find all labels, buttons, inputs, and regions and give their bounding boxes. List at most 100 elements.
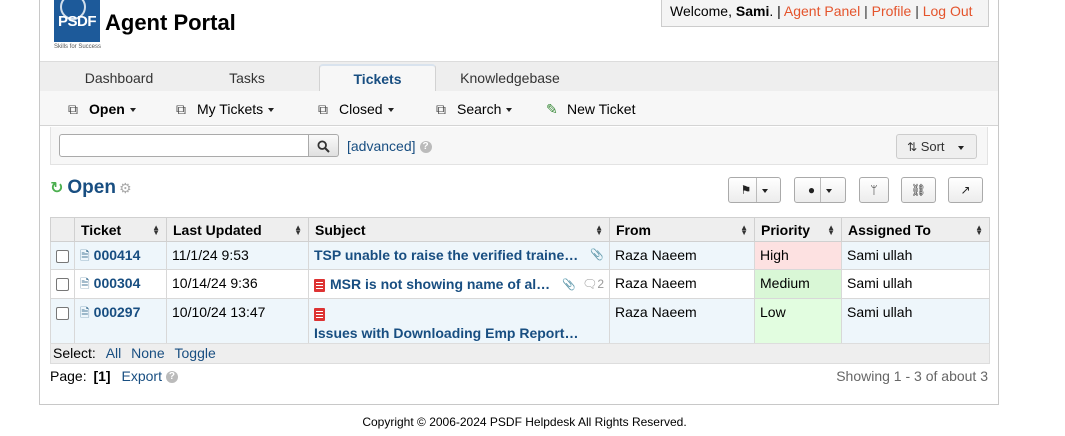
ticket-number: 000414 bbox=[93, 247, 141, 263]
row-checkbox[interactable] bbox=[56, 306, 69, 320]
column-label: Priority bbox=[761, 221, 811, 238]
subject-link[interactable]: TSP unable to raise the verified traine… bbox=[314, 242, 578, 268]
ticket-number-link[interactable]: 🗎 000414 bbox=[80, 247, 140, 263]
help-icon[interactable]: ? bbox=[419, 141, 432, 154]
separator: | bbox=[864, 3, 868, 19]
attachment-icon: 📎 bbox=[590, 249, 604, 261]
row-select-cell bbox=[50, 241, 75, 270]
caret-down-icon bbox=[762, 188, 769, 193]
page-container: PSDF Skills for Success Agent Portal Wel… bbox=[39, 0, 999, 405]
merge-button[interactable]: ᛘ bbox=[859, 177, 889, 203]
flag-button[interactable]: ⚑ bbox=[728, 177, 781, 203]
column-label: Subject bbox=[315, 221, 366, 238]
subnav-open[interactable]: ⧉ Open bbox=[68, 91, 136, 126]
tickets-table: Ticket ▲ ▼ Last Updated ▲ ▼ Subject ▲ ▼ From ▲ ▼… bbox=[50, 217, 990, 347]
sort-arrows-icon: ▲ ▼ bbox=[152, 223, 160, 237]
subnav-closed[interactable]: ⧉ Closed bbox=[318, 91, 394, 126]
flag-icon: ⚑ bbox=[740, 183, 752, 197]
ticket-number-link[interactable]: 🗎 000297 bbox=[80, 304, 140, 320]
select-column-header bbox=[50, 217, 75, 242]
separator: | bbox=[915, 3, 919, 19]
ticket-number: 000304 bbox=[93, 275, 141, 291]
subnav-new-ticket[interactable]: ✎ New Ticket bbox=[546, 91, 635, 126]
tab-tasks[interactable]: Tasks bbox=[198, 62, 296, 92]
thread-count-value: 2 bbox=[597, 277, 604, 291]
advanced-search-link[interactable]: [advanced]? bbox=[347, 138, 432, 154]
caret-down-icon bbox=[958, 145, 965, 150]
column-header-subject[interactable]: Subject ▲ ▼ bbox=[308, 217, 610, 242]
row-checkbox[interactable] bbox=[56, 249, 69, 263]
attachment-icon: 📎 bbox=[562, 279, 577, 291]
subnav-new-ticket-label: New Ticket bbox=[567, 101, 636, 117]
queue-title-label: Open bbox=[67, 177, 116, 198]
user-icon: ● bbox=[807, 183, 816, 197]
footer: Copyright © 2006-2024 PSDF Helpdesk All … bbox=[0, 415, 1065, 429]
column-header-ticket[interactable]: Ticket ▲ ▼ bbox=[74, 217, 167, 242]
select-all-link[interactable]: All bbox=[106, 345, 122, 361]
column-header-updated[interactable]: Last Updated ▲ ▼ bbox=[166, 217, 309, 242]
link-button[interactable]: ⛓ bbox=[901, 177, 936, 203]
subnav-search[interactable]: ⧉ Search bbox=[436, 91, 513, 126]
help-icon[interactable]: ? bbox=[165, 371, 178, 384]
current-page: [1] bbox=[93, 368, 111, 384]
caret-down-icon bbox=[387, 108, 394, 113]
ticket-cell: 🗎 000414 bbox=[74, 241, 167, 270]
gear-icon[interactable]: ⚙ bbox=[119, 180, 132, 196]
select-bar: Select: All None Toggle bbox=[50, 343, 990, 364]
export-link[interactable]: Export bbox=[122, 368, 162, 384]
column-label: Ticket bbox=[81, 221, 122, 238]
result-count: Showing 1 - 3 of about 3 bbox=[836, 368, 988, 384]
select-toggle-link[interactable]: Toggle bbox=[175, 345, 216, 361]
subject-link[interactable]: Issues with Downloading Emp Report… bbox=[314, 325, 578, 341]
column-header-priority[interactable]: Priority ▲ ▼ bbox=[754, 217, 842, 242]
copyright-text: Copyright © 2006-2024 PSDF Helpdesk All … bbox=[362, 415, 687, 429]
table-header-row: Ticket ▲ ▼ Last Updated ▲ ▼ Subject ▲ ▼ From ▲ ▼… bbox=[50, 217, 990, 242]
welcome-suffix: . | bbox=[769, 3, 781, 19]
tab-dashboard[interactable]: Dashboard bbox=[40, 62, 198, 92]
agent-panel-link[interactable]: Agent Panel bbox=[784, 3, 860, 19]
subnav-search-label: Search bbox=[457, 101, 502, 117]
sort-arrows-icon: ▲ ▼ bbox=[740, 223, 748, 237]
queue-title[interactable]: ↻ Open ⚙ bbox=[50, 177, 132, 199]
subnav-my-tickets-label: My Tickets bbox=[197, 101, 264, 117]
select-none-link[interactable]: None bbox=[131, 345, 164, 361]
table-row[interactable]: 🗎 000297 10/10/24 13:47 Issues with Downl… bbox=[50, 298, 990, 347]
row-checkbox[interactable] bbox=[56, 277, 69, 291]
link-icon: ⛓ bbox=[910, 183, 927, 197]
profile-link[interactable]: Profile bbox=[872, 3, 912, 19]
column-label: Assigned To bbox=[848, 221, 931, 238]
subnav-closed-label: Closed bbox=[339, 101, 383, 117]
username: Sami bbox=[735, 3, 770, 19]
new-ticket-icon: ✎ bbox=[546, 101, 558, 117]
copy-icon: ⧉ bbox=[318, 101, 328, 117]
from-cell: Raza Naeem bbox=[609, 241, 755, 270]
tab-knowledgebase[interactable]: Knowledgebase bbox=[450, 62, 570, 92]
thread-count: 🗨2 bbox=[582, 277, 604, 291]
user-bar: Welcome, Sami. | Agent Panel | Profile |… bbox=[661, 0, 989, 27]
assign-button[interactable]: ● bbox=[794, 177, 846, 203]
button-divider bbox=[756, 178, 758, 202]
share-icon: ↗ bbox=[960, 183, 971, 197]
sort-arrows-icon: ▲ ▼ bbox=[975, 223, 983, 237]
share-button[interactable]: ↗ bbox=[948, 177, 983, 203]
subnav-open-label: Open bbox=[89, 101, 125, 117]
psdf-logo[interactable]: PSDF Skills for Success bbox=[54, 0, 102, 55]
logout-link[interactable]: Log Out bbox=[923, 3, 973, 19]
welcome-text: Welcome, bbox=[670, 3, 736, 19]
caret-down-icon bbox=[506, 108, 513, 113]
search-button[interactable] bbox=[309, 134, 339, 157]
subject-link[interactable]: MSR is not showing name of al… bbox=[330, 276, 550, 292]
subject-cell: MSR is not showing name of al… 📎 🗨2 bbox=[308, 269, 610, 299]
assigned-cell: Sami ullah bbox=[841, 298, 990, 347]
column-header-from[interactable]: From ▲ ▼ bbox=[609, 217, 755, 242]
column-header-assigned[interactable]: Assigned To ▲ ▼ bbox=[841, 217, 990, 242]
sort-button[interactable]: ⇅ Sort bbox=[896, 134, 977, 159]
caret-down-icon bbox=[826, 188, 833, 193]
refresh-icon[interactable]: ↻ bbox=[50, 180, 63, 197]
table-row[interactable]: 🗎 000414 11/1/24 9:53 TSP unable to raise… bbox=[50, 241, 990, 270]
ticket-number-link[interactable]: 🗎 000304 bbox=[80, 275, 140, 291]
search-input[interactable] bbox=[59, 134, 309, 157]
subnav-my-tickets[interactable]: ⧉ My Tickets bbox=[176, 91, 275, 126]
table-row[interactable]: 🗎 000304 10/14/24 9:36 MSR is not showing… bbox=[50, 269, 990, 299]
tab-tickets[interactable]: Tickets bbox=[319, 64, 436, 93]
